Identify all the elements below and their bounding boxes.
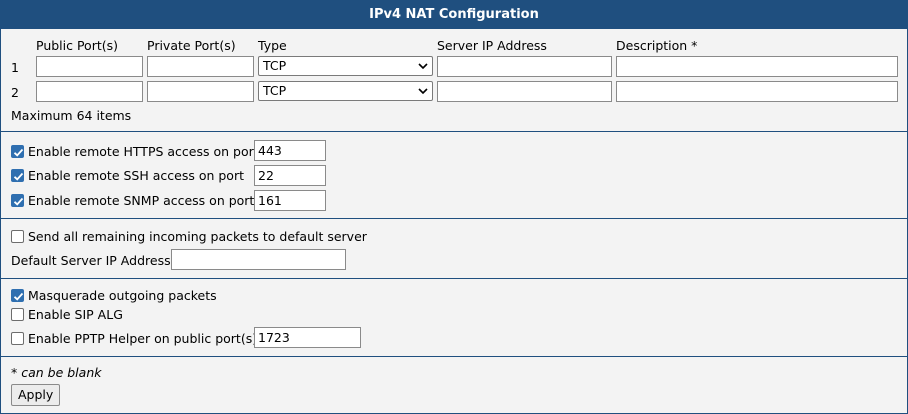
default-server-ip-label: Default Server IP Address bbox=[11, 253, 171, 268]
snmp-port-input[interactable] bbox=[254, 190, 326, 211]
checkmark-icon bbox=[13, 197, 24, 206]
header-type: Type bbox=[258, 38, 287, 53]
blank-note: * can be blank bbox=[11, 365, 102, 380]
remote-access-section: Enable remote HTTPS access on port Enabl… bbox=[1, 131, 907, 218]
public-ports-input[interactable] bbox=[36, 81, 143, 102]
header-server-ip: Server IP Address bbox=[437, 38, 547, 53]
chevron-down-icon bbox=[418, 63, 428, 70]
pptp-port-input[interactable] bbox=[254, 327, 361, 348]
ssh-checkbox[interactable] bbox=[11, 169, 24, 182]
chevron-down-icon bbox=[418, 88, 428, 95]
max-items-note: Maximum 64 items bbox=[11, 108, 132, 123]
private-ports-input[interactable] bbox=[147, 56, 254, 77]
type-select-value: TCP bbox=[263, 83, 287, 98]
default-server-checkbox[interactable] bbox=[11, 230, 24, 243]
checkmark-icon bbox=[13, 172, 24, 181]
nat-config-panel: IPv4 NAT Configuration Public Port(s) Pr… bbox=[0, 0, 908, 414]
sip-alg-checkbox[interactable] bbox=[11, 308, 24, 321]
header-private-ports: Private Port(s) bbox=[147, 38, 236, 53]
default-server-ip-input[interactable] bbox=[171, 249, 346, 270]
description-input[interactable] bbox=[616, 81, 898, 102]
https-label: Enable remote HTTPS access on port bbox=[28, 144, 259, 159]
type-select-value: TCP bbox=[263, 58, 287, 73]
row-index: 2 bbox=[11, 85, 19, 100]
default-server-section: Send all remaining incoming packets to d… bbox=[1, 218, 907, 278]
ssh-port-input[interactable] bbox=[254, 165, 326, 186]
header-public-ports: Public Port(s) bbox=[36, 38, 119, 53]
masquerade-label: Masquerade outgoing packets bbox=[28, 288, 217, 303]
ssh-label: Enable remote SSH access on port bbox=[28, 168, 244, 183]
https-checkbox[interactable] bbox=[11, 145, 24, 158]
default-server-label: Send all remaining incoming packets to d… bbox=[28, 229, 367, 244]
footer-section: * can be blank Apply bbox=[1, 356, 907, 413]
private-ports-input[interactable] bbox=[147, 81, 254, 102]
apply-button[interactable]: Apply bbox=[11, 384, 61, 406]
pptp-helper-label: Enable PPTP Helper on public port(s) bbox=[28, 331, 258, 346]
server-ip-input[interactable] bbox=[437, 81, 612, 102]
checkmark-icon bbox=[13, 148, 24, 157]
type-select[interactable]: TCP bbox=[258, 81, 433, 101]
panel-title: IPv4 NAT Configuration bbox=[1, 1, 907, 29]
server-ip-input[interactable] bbox=[437, 56, 612, 77]
row-index: 1 bbox=[11, 60, 19, 75]
public-ports-input[interactable] bbox=[36, 56, 143, 77]
pptp-helper-checkbox[interactable] bbox=[11, 332, 24, 345]
type-select[interactable]: TCP bbox=[258, 56, 433, 76]
header-description: Description * bbox=[616, 38, 698, 53]
https-port-input[interactable] bbox=[254, 140, 326, 161]
description-input[interactable] bbox=[616, 56, 898, 77]
snmp-checkbox[interactable] bbox=[11, 194, 24, 207]
misc-section: Masquerade outgoing packets Enable SIP A… bbox=[1, 278, 907, 356]
masquerade-checkbox[interactable] bbox=[11, 289, 24, 302]
sip-alg-label: Enable SIP ALG bbox=[28, 307, 123, 322]
checkmark-icon bbox=[13, 292, 24, 301]
snmp-label: Enable remote SNMP access on port bbox=[28, 193, 255, 208]
